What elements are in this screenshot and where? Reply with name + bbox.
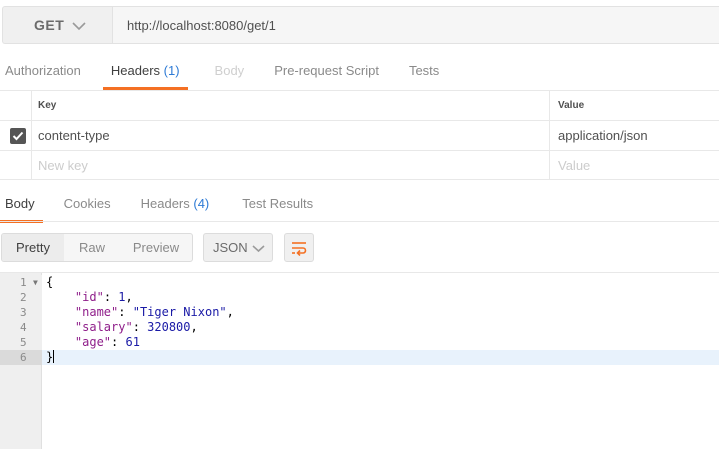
request-bar: GET http://localhost:8080/get/1 [0, 0, 719, 46]
tab-response-body[interactable]: Body [0, 185, 43, 223]
line-number: 1 [20, 276, 27, 289]
code-line: 1 ▼ { [0, 275, 719, 290]
code-text: "id": 1, [74, 290, 133, 304]
code-line: 4 "salary": 320800, [0, 320, 719, 335]
fold-arrow-icon[interactable]: ▼ [33, 275, 38, 290]
tab-pre-request-script[interactable]: Pre-request Script [274, 52, 379, 90]
line-number: 4 [20, 321, 27, 334]
checkmark-icon [12, 131, 24, 141]
text-cursor [53, 350, 55, 363]
column-header-value: Value [549, 91, 719, 120]
tab-label: Headers [140, 196, 190, 211]
line-number: 5 [20, 336, 27, 349]
method-dropdown[interactable]: GET [2, 6, 112, 44]
tab-count: (1) [163, 63, 180, 78]
code-text: } [46, 350, 55, 364]
method-label: GET [34, 17, 65, 33]
check-column [0, 151, 32, 179]
chevron-down-icon [252, 245, 265, 253]
code-line: 5 "age": 61 [0, 335, 719, 350]
tab-response-headers[interactable]: Headers (4) [141, 185, 210, 223]
column-header-key: Key [38, 100, 57, 111]
tab-count: (4) [193, 196, 210, 211]
raw-button[interactable]: Raw [64, 234, 120, 261]
code-text: { [46, 275, 54, 289]
table-row: content-type application/json [0, 120, 719, 150]
code-line-current: 6 } [0, 350, 719, 365]
tab-body[interactable]: Body [215, 52, 245, 90]
new-value-input[interactable]: Value [549, 151, 719, 179]
tab-test-results[interactable]: Test Results [242, 185, 313, 223]
response-body-viewer[interactable]: 1 ▼ { 2 "id": 1, 3 "name": "Tiger Nixon"… [0, 272, 719, 449]
table-header-row: Key Value [0, 90, 719, 120]
line-number: 6 [20, 351, 27, 364]
code-text: "age": 61 [74, 335, 140, 349]
code-line: 3 "name": "Tiger Nixon", [0, 305, 719, 320]
tab-label: Body [214, 63, 245, 78]
tab-label: Tests [408, 63, 440, 78]
header-value-cell[interactable]: application/json [549, 121, 719, 150]
row-checkbox[interactable] [10, 128, 26, 144]
headers-table: Key Value content-type application/json … [0, 90, 719, 180]
tab-label: Authorization [5, 63, 81, 78]
format-label: JSON [213, 240, 248, 255]
table-row-new: New key Value [0, 150, 719, 180]
tab-label: Cookies [63, 196, 111, 211]
check-column [0, 121, 32, 150]
tab-label: Headers [110, 63, 161, 78]
preview-button[interactable]: Preview [120, 234, 192, 261]
url-text: http://localhost:8080/get/1 [127, 17, 276, 33]
code-line: 2 "id": 1, [0, 290, 719, 305]
tab-label: Body [5, 196, 35, 211]
new-key-input[interactable]: New key [38, 151, 88, 179]
wrap-lines-icon [292, 241, 307, 256]
wrap-lines-button[interactable] [284, 233, 314, 262]
pretty-button[interactable]: Pretty [2, 234, 64, 261]
response-tabs: Body Cookies Headers (4) Test Results [0, 185, 313, 223]
tab-tests[interactable]: Tests [409, 52, 439, 90]
code-text: "salary": 320800, [74, 320, 198, 334]
line-number: 3 [20, 306, 27, 319]
divider [0, 221, 719, 222]
check-column [0, 91, 32, 120]
code-text: "name": "Tiger Nixon", [74, 305, 234, 319]
tab-label: Pre-request Script [274, 63, 379, 78]
format-dropdown[interactable]: JSON [203, 233, 273, 262]
header-key-cell[interactable]: content-type [38, 121, 110, 150]
tab-authorization[interactable]: Authorization [5, 52, 81, 90]
url-input[interactable]: http://localhost:8080/get/1 [112, 6, 719, 44]
tab-cookies[interactable]: Cookies [64, 185, 111, 223]
line-number: 2 [20, 291, 27, 304]
chevron-down-icon [72, 22, 86, 31]
view-mode-group: Pretty Raw Preview [1, 233, 193, 262]
request-tabs: Authorization Headers (1) Body Pre-reque… [0, 52, 439, 90]
tab-label: Test Results [242, 196, 314, 211]
tab-headers[interactable]: Headers (1) [102, 52, 188, 90]
